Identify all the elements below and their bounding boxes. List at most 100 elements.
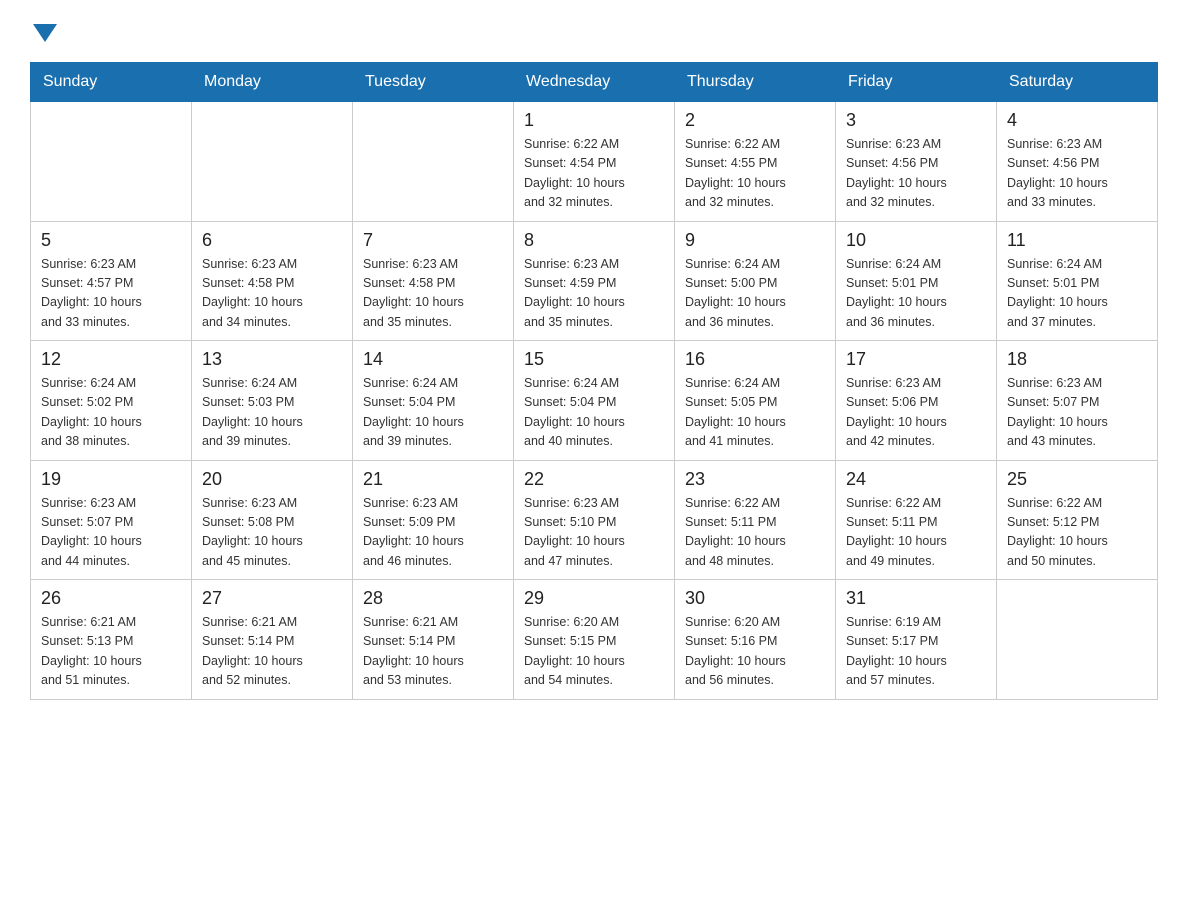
day-info: Sunrise: 6:23 AM Sunset: 4:56 PM Dayligh… xyxy=(846,135,986,213)
day-number: 5 xyxy=(41,230,181,251)
logo-triangle-icon xyxy=(33,24,57,42)
calendar-cell: 25 Sunrise: 6:22 AM Sunset: 5:12 PM Dayli… xyxy=(997,460,1158,580)
calendar-cell: 16 Sunrise: 6:24 AM Sunset: 5:05 PM Dayli… xyxy=(675,341,836,461)
day-number: 3 xyxy=(846,110,986,131)
day-info: Sunrise: 6:24 AM Sunset: 5:01 PM Dayligh… xyxy=(846,255,986,333)
calendar-cell: 23 Sunrise: 6:22 AM Sunset: 5:11 PM Dayli… xyxy=(675,460,836,580)
day-info: Sunrise: 6:24 AM Sunset: 5:05 PM Dayligh… xyxy=(685,374,825,452)
day-info: Sunrise: 6:24 AM Sunset: 5:00 PM Dayligh… xyxy=(685,255,825,333)
weekday-header-saturday: Saturday xyxy=(997,63,1158,102)
day-number: 29 xyxy=(524,588,664,609)
calendar-cell xyxy=(31,102,192,222)
calendar-cell: 15 Sunrise: 6:24 AM Sunset: 5:04 PM Dayli… xyxy=(514,341,675,461)
calendar-week-row: 19Sunrise: 6:23 AM Sunset: 5:07 PM Dayli… xyxy=(31,460,1158,580)
day-info: Sunrise: 6:24 AM Sunset: 5:01 PM Dayligh… xyxy=(1007,255,1147,333)
calendar-cell: 11 Sunrise: 6:24 AM Sunset: 5:01 PM Dayli… xyxy=(997,221,1158,341)
day-number: 2 xyxy=(685,110,825,131)
calendar-cell: 31 Sunrise: 6:19 AM Sunset: 5:17 PM Dayli… xyxy=(836,580,997,700)
day-info: Sunrise: 6:22 AM Sunset: 4:55 PM Dayligh… xyxy=(685,135,825,213)
day-number: 23 xyxy=(685,469,825,490)
calendar-cell xyxy=(192,102,353,222)
day-number: 17 xyxy=(846,349,986,370)
day-info: Sunrise: 6:19 AM Sunset: 5:17 PM Dayligh… xyxy=(846,613,986,691)
day-info: Sunrise: 6:22 AM Sunset: 4:54 PM Dayligh… xyxy=(524,135,664,213)
weekday-header-monday: Monday xyxy=(192,63,353,102)
weekday-header-thursday: Thursday xyxy=(675,63,836,102)
calendar-cell: 1 Sunrise: 6:22 AM Sunset: 4:54 PM Daylig… xyxy=(514,102,675,222)
weekday-header-row: SundayMondayTuesdayWednesdayThursdayFrid… xyxy=(31,63,1158,102)
day-number: 6 xyxy=(202,230,342,251)
calendar-cell: 17 Sunrise: 6:23 AM Sunset: 5:06 PM Dayli… xyxy=(836,341,997,461)
calendar-week-row: 5 Sunrise: 6:23 AM Sunset: 4:57 PM Daylig… xyxy=(31,221,1158,341)
day-number: 10 xyxy=(846,230,986,251)
calendar-cell: 13 Sunrise: 6:24 AM Sunset: 5:03 PM Dayli… xyxy=(192,341,353,461)
day-info: Sunrise: 6:24 AM Sunset: 5:02 PM Dayligh… xyxy=(41,374,181,452)
day-info: Sunrise: 6:21 AM Sunset: 5:14 PM Dayligh… xyxy=(202,613,342,691)
day-number: 26 xyxy=(41,588,181,609)
day-number: 4 xyxy=(1007,110,1147,131)
calendar-cell xyxy=(353,102,514,222)
calendar-cell: 30 Sunrise: 6:20 AM Sunset: 5:16 PM Dayli… xyxy=(675,580,836,700)
weekday-header-tuesday: Tuesday xyxy=(353,63,514,102)
day-info: Sunrise: 6:20 AM Sunset: 5:15 PM Dayligh… xyxy=(524,613,664,691)
weekday-header-friday: Friday xyxy=(836,63,997,102)
day-number: 18 xyxy=(1007,349,1147,370)
weekday-header-wednesday: Wednesday xyxy=(514,63,675,102)
day-info: Sunrise: 6:23 AM Sunset: 4:58 PM Dayligh… xyxy=(202,255,342,333)
logo xyxy=(30,20,57,42)
day-number: 11 xyxy=(1007,230,1147,251)
day-number: 15 xyxy=(524,349,664,370)
day-info: Sunrise: 6:24 AM Sunset: 5:03 PM Dayligh… xyxy=(202,374,342,452)
day-info: Sunrise: 6:23 AM Sunset: 4:57 PM Dayligh… xyxy=(41,255,181,333)
day-number: 28 xyxy=(363,588,503,609)
calendar-week-row: 12 Sunrise: 6:24 AM Sunset: 5:02 PM Dayli… xyxy=(31,341,1158,461)
day-info: Sunrise: 6:23 AM Sunset: 5:08 PM Dayligh… xyxy=(202,494,342,572)
day-info: Sunrise: 6:21 AM Sunset: 5:13 PM Dayligh… xyxy=(41,613,181,691)
day-info: Sunrise: 6:20 AM Sunset: 5:16 PM Dayligh… xyxy=(685,613,825,691)
day-number: 16 xyxy=(685,349,825,370)
calendar-cell: 21Sunrise: 6:23 AM Sunset: 5:09 PM Dayli… xyxy=(353,460,514,580)
calendar-table: SundayMondayTuesdayWednesdayThursdayFrid… xyxy=(30,62,1158,700)
calendar-cell: 5 Sunrise: 6:23 AM Sunset: 4:57 PM Daylig… xyxy=(31,221,192,341)
calendar-cell: 8 Sunrise: 6:23 AM Sunset: 4:59 PM Daylig… xyxy=(514,221,675,341)
calendar-cell: 3 Sunrise: 6:23 AM Sunset: 4:56 PM Daylig… xyxy=(836,102,997,222)
page-header xyxy=(30,20,1158,42)
calendar-cell: 28 Sunrise: 6:21 AM Sunset: 5:14 PM Dayli… xyxy=(353,580,514,700)
day-number: 21 xyxy=(363,469,503,490)
calendar-cell: 6 Sunrise: 6:23 AM Sunset: 4:58 PM Daylig… xyxy=(192,221,353,341)
day-info: Sunrise: 6:23 AM Sunset: 4:59 PM Dayligh… xyxy=(524,255,664,333)
calendar-week-row: 1 Sunrise: 6:22 AM Sunset: 4:54 PM Daylig… xyxy=(31,102,1158,222)
calendar-cell: 27 Sunrise: 6:21 AM Sunset: 5:14 PM Dayli… xyxy=(192,580,353,700)
day-number: 12 xyxy=(41,349,181,370)
day-info: Sunrise: 6:23 AM Sunset: 4:58 PM Dayligh… xyxy=(363,255,503,333)
day-number: 27 xyxy=(202,588,342,609)
day-number: 30 xyxy=(685,588,825,609)
day-number: 22 xyxy=(524,469,664,490)
calendar-cell: 22Sunrise: 6:23 AM Sunset: 5:10 PM Dayli… xyxy=(514,460,675,580)
day-info: Sunrise: 6:23 AM Sunset: 4:56 PM Dayligh… xyxy=(1007,135,1147,213)
day-info: Sunrise: 6:24 AM Sunset: 5:04 PM Dayligh… xyxy=(363,374,503,452)
day-number: 13 xyxy=(202,349,342,370)
day-number: 25 xyxy=(1007,469,1147,490)
day-info: Sunrise: 6:23 AM Sunset: 5:06 PM Dayligh… xyxy=(846,374,986,452)
day-number: 1 xyxy=(524,110,664,131)
day-info: Sunrise: 6:22 AM Sunset: 5:11 PM Dayligh… xyxy=(846,494,986,572)
calendar-cell: 19Sunrise: 6:23 AM Sunset: 5:07 PM Dayli… xyxy=(31,460,192,580)
calendar-cell: 4 Sunrise: 6:23 AM Sunset: 4:56 PM Daylig… xyxy=(997,102,1158,222)
calendar-cell xyxy=(997,580,1158,700)
calendar-cell: 14Sunrise: 6:24 AM Sunset: 5:04 PM Dayli… xyxy=(353,341,514,461)
day-info: Sunrise: 6:24 AM Sunset: 5:04 PM Dayligh… xyxy=(524,374,664,452)
day-number: 31 xyxy=(846,588,986,609)
day-info: Sunrise: 6:22 AM Sunset: 5:11 PM Dayligh… xyxy=(685,494,825,572)
day-number: 7 xyxy=(363,230,503,251)
day-info: Sunrise: 6:21 AM Sunset: 5:14 PM Dayligh… xyxy=(363,613,503,691)
day-number: 8 xyxy=(524,230,664,251)
calendar-cell: 26 Sunrise: 6:21 AM Sunset: 5:13 PM Dayli… xyxy=(31,580,192,700)
calendar-cell: 29 Sunrise: 6:20 AM Sunset: 5:15 PM Dayli… xyxy=(514,580,675,700)
day-number: 20 xyxy=(202,469,342,490)
day-info: Sunrise: 6:22 AM Sunset: 5:12 PM Dayligh… xyxy=(1007,494,1147,572)
day-info: Sunrise: 6:23 AM Sunset: 5:07 PM Dayligh… xyxy=(41,494,181,572)
calendar-cell: 24Sunrise: 6:22 AM Sunset: 5:11 PM Dayli… xyxy=(836,460,997,580)
calendar-week-row: 26 Sunrise: 6:21 AM Sunset: 5:13 PM Dayli… xyxy=(31,580,1158,700)
calendar-cell: 7 Sunrise: 6:23 AM Sunset: 4:58 PM Daylig… xyxy=(353,221,514,341)
